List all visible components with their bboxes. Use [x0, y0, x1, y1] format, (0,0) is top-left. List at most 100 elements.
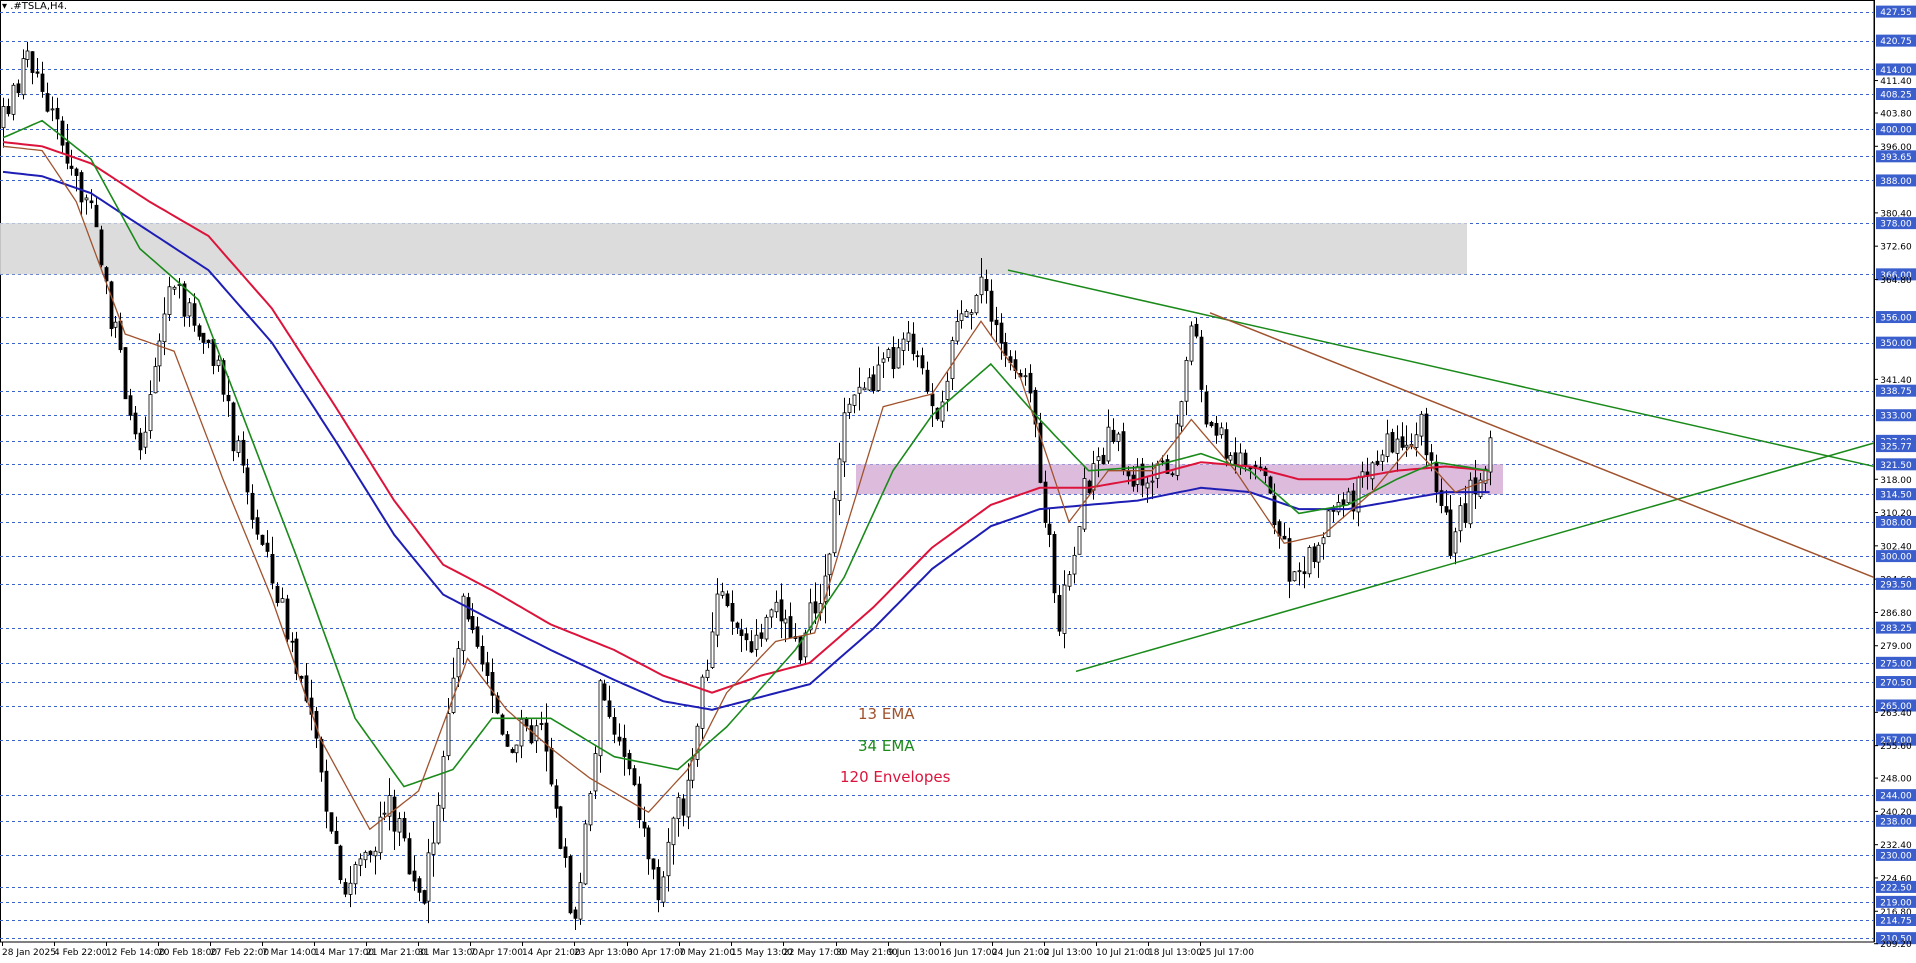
candle-body: [299, 675, 304, 679]
candle-body: [1184, 359, 1189, 402]
candle-body: [749, 641, 754, 653]
candle-body: [837, 458, 842, 501]
candle-body: [984, 279, 989, 292]
candle-body: [368, 850, 373, 856]
candle-body: [930, 393, 935, 407]
candle-body: [412, 870, 417, 882]
candle-body: [651, 858, 656, 870]
chart-title: ▾ .#TSLA,H4.: [2, 1, 68, 12]
price-tick-label: 408.25: [1880, 90, 1912, 100]
candle-body: [1326, 510, 1331, 537]
price-tick-label: 350.00: [1880, 339, 1912, 349]
candle-body: [1150, 480, 1155, 483]
candle-body: [906, 332, 911, 342]
price-tick-label: 414.00: [1880, 66, 1912, 76]
candle-body: [568, 855, 573, 914]
candle-body: [1038, 422, 1043, 483]
candle-body: [290, 640, 295, 643]
price-tick-label: 403.80: [1880, 109, 1912, 119]
candle-body: [1194, 323, 1199, 337]
candle-body: [627, 753, 632, 770]
candle-body: [1135, 466, 1140, 485]
candle-body: [1179, 401, 1184, 427]
candle-body: [514, 744, 519, 754]
candle-body: [65, 142, 70, 164]
price-tick-label: 283.25: [1880, 624, 1912, 634]
time-tick-label: 4 Feb 22:00: [54, 948, 108, 958]
candle-body: [94, 204, 99, 228]
candle-body: [1424, 413, 1429, 456]
candle-body: [558, 806, 563, 849]
candle-body: [245, 467, 250, 493]
candle-body: [735, 622, 740, 628]
candle-body: [886, 349, 891, 358]
candle-body: [915, 355, 920, 358]
candle-body: [1453, 531, 1458, 554]
candle-body: [598, 680, 603, 757]
price-tick-label: 318.00: [1880, 476, 1912, 486]
candle-body: [1316, 544, 1321, 563]
candle-body: [710, 631, 715, 668]
candle-body: [113, 321, 118, 328]
candle-body: [1282, 535, 1287, 540]
chart-window[interactable]: 427.55 420.75 414.00 411.40 408.25 403.80 400.…: [0, 0, 1916, 963]
candle-body: [109, 281, 114, 330]
candle-body: [847, 403, 852, 414]
candle-body: [270, 553, 275, 584]
price-tick-label: 411.40: [1880, 77, 1912, 87]
candle-body: [1404, 444, 1409, 448]
candle-body: [989, 290, 994, 322]
candle-body: [955, 321, 960, 342]
candle-body: [896, 347, 901, 369]
candle-body: [1228, 455, 1233, 461]
legend-ema13: 13 EMA: [858, 705, 915, 723]
candle-body: [1243, 452, 1248, 467]
candle-body: [671, 817, 676, 846]
candle-body: [1224, 429, 1229, 459]
candle-body: [1341, 499, 1346, 506]
candle-body: [632, 768, 637, 786]
candle-body: [162, 313, 167, 343]
candle-body: [1057, 594, 1062, 632]
candle-body: [324, 770, 329, 812]
trendline-triangle-top: [1007, 269, 1875, 468]
candle-body: [871, 374, 876, 391]
candle-body: [881, 358, 886, 363]
candle-body: [1214, 422, 1219, 436]
time-tick-label: 7 Apr 17:00: [470, 948, 523, 958]
candle-body: [485, 662, 490, 676]
candle-body: [554, 785, 559, 809]
candle-body: [505, 734, 510, 747]
candle-body: [1047, 523, 1052, 535]
candle-body: [901, 338, 906, 351]
candle-body: [1419, 413, 1424, 437]
candle-body: [681, 798, 686, 816]
candle-body: [148, 394, 153, 432]
candle-body: [153, 366, 158, 394]
candle-body: [969, 312, 974, 315]
price-tick-label: 378.00: [1880, 220, 1912, 230]
ema34-line: [2, 119, 1490, 788]
price-tick-label: 400.00: [1880, 126, 1912, 136]
candle-body: [35, 71, 40, 74]
candle-body: [974, 295, 979, 314]
price-chart[interactable]: 427.55 420.75 414.00411.40 408.25 403.80 400.…: [0, 0, 1916, 963]
candle-body: [510, 749, 515, 753]
candle-body: [695, 725, 700, 760]
candle-body: [1101, 454, 1106, 465]
candle-body: [426, 852, 431, 902]
candle-body: [89, 200, 94, 204]
candle-body: [607, 700, 612, 717]
price-tick-label: 325.77: [1880, 443, 1912, 453]
candle-body: [216, 359, 221, 367]
price-tick-label: 275.00: [1880, 659, 1912, 669]
candle-body: [353, 864, 358, 885]
candle-body: [612, 717, 617, 735]
candle-body: [1028, 372, 1033, 394]
candle-body: [925, 369, 930, 392]
candle-body: [456, 648, 461, 678]
candle-body: [99, 229, 104, 266]
candle-body: [534, 725, 539, 742]
candle-body: [979, 276, 984, 296]
candle-body: [832, 498, 837, 554]
